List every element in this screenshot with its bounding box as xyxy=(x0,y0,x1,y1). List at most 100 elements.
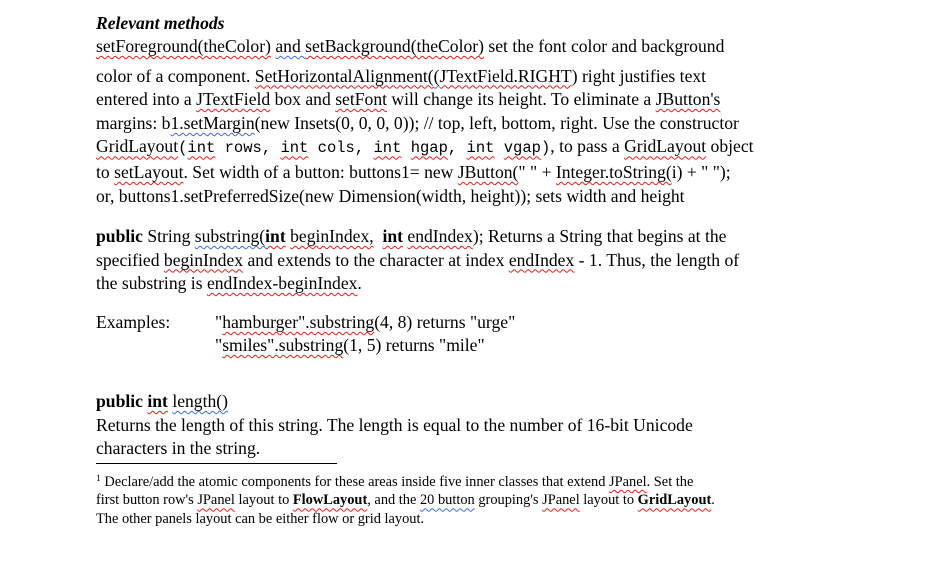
spellcheck-word[interactable]: hgap xyxy=(411,139,448,157)
footnote-line: first button row's JPanel layout to Flow… xyxy=(96,491,715,509)
paragraph-line: entered into a JTextField box and setFon… xyxy=(96,88,836,112)
keyword: public xyxy=(96,391,143,411)
spellcheck-word[interactable]: hamburger".substring xyxy=(222,312,374,332)
text: i) + " "); xyxy=(671,161,731,182)
example-row: Examples: "hamburger".substring(4, 8) ret… xyxy=(96,311,515,334)
text: ); Returns a String that begins at the xyxy=(472,226,727,246)
text: , and the xyxy=(367,492,420,509)
spellcheck-word[interactable]: FlowLayout xyxy=(293,492,367,508)
substring-section: public String substring(int beginIndex, … xyxy=(96,225,739,296)
method-signature: public int length() xyxy=(96,390,693,414)
text: and extends to the character at index xyxy=(243,249,509,270)
spellcheck-word[interactable]: endIndex xyxy=(509,250,574,270)
paragraph-line: or, buttons1.setPreferredSize(new Dimens… xyxy=(96,185,685,206)
text: (1, 5) returns "mile" xyxy=(343,335,485,355)
grammar-word[interactable]: and xyxy=(275,36,305,56)
spellcheck-word[interactable]: setLayout xyxy=(114,162,183,182)
example-row: "smiles".substring(1, 5) returns "mile" xyxy=(96,334,515,357)
text: - 1. Thus, the length of xyxy=(574,249,740,270)
text: object xyxy=(706,136,754,157)
spellcheck-word[interactable]: setForeground(theColor) xyxy=(96,36,271,56)
footnote: 1 Declare/add the atomic components for … xyxy=(96,473,715,528)
spellcheck-word[interactable]: endIndex-beginIndex xyxy=(207,273,357,293)
paragraph-line: GridLayout(int rows, int cols, int hgap,… xyxy=(96,135,836,161)
grammar-word[interactable]: 1.setMargin xyxy=(170,113,254,133)
text: . xyxy=(711,492,715,509)
code-text: rows, xyxy=(215,139,281,158)
spellcheck-word[interactable]: setBackground(theColor) xyxy=(305,36,484,56)
spellcheck-word[interactable]: GridLayout xyxy=(96,136,178,156)
text: box and xyxy=(270,89,336,110)
text: . Set the xyxy=(646,474,694,490)
keyword: public xyxy=(96,226,143,246)
text: (4, 8) returns "urge" xyxy=(374,312,516,332)
spellcheck-word[interactable]: smiles".substring xyxy=(222,335,343,355)
spellcheck-word[interactable]: int xyxy=(265,226,286,246)
text: the substring is xyxy=(96,273,207,294)
grammar-word[interactable]: length() xyxy=(172,391,228,411)
spellcheck-word[interactable]: JButton( xyxy=(458,162,519,182)
spellcheck-word[interactable]: endIndex xyxy=(407,226,472,246)
length-section: public int length() Returns the length o… xyxy=(96,390,693,461)
spellcheck-word[interactable]: GridLayout xyxy=(624,136,706,156)
paragraph-line: public String substring(int beginIndex, … xyxy=(96,225,739,249)
spellcheck-word[interactable]: beginIndex, xyxy=(290,226,374,246)
text: (new Insets(0, 0, 0, 0)); // top, left, … xyxy=(254,112,739,133)
text: first button row's xyxy=(96,492,198,509)
text: will change its height. To eliminate a xyxy=(387,89,656,110)
relevant-methods-section: Relevant methods setForeground(theColor)… xyxy=(96,12,836,208)
text: Declare/add the atomic components for th… xyxy=(100,474,610,490)
code-text: ( xyxy=(178,139,188,158)
text: , to pass a xyxy=(550,136,625,157)
code-text: cols, xyxy=(308,139,374,158)
spellcheck-word[interactable]: JPanel xyxy=(542,492,580,508)
text: ) right justifies text xyxy=(571,65,707,86)
document-page: Relevant methods setForeground(theColor)… xyxy=(96,12,836,527)
text: . Set width of a button: buttons1= new xyxy=(183,161,458,182)
spellcheck-word[interactable]: vgap xyxy=(504,139,541,157)
text: entered into a xyxy=(96,89,197,110)
spellcheck-word[interactable]: int xyxy=(373,139,401,157)
text: grouping's xyxy=(474,492,543,509)
spellcheck-word[interactable]: int xyxy=(187,139,215,157)
spellcheck-word[interactable]: JButton's xyxy=(656,89,721,109)
spellcheck-word[interactable]: JPanel xyxy=(197,492,235,508)
spellcheck-word[interactable]: int xyxy=(147,391,168,411)
spellcheck-word[interactable]: JTextField.RIGHT xyxy=(440,66,572,86)
spellcheck-word[interactable]: int xyxy=(467,139,495,157)
spellcheck-word[interactable]: int xyxy=(382,226,403,246)
footnote-separator xyxy=(96,463,337,464)
spellcheck-word[interactable]: int xyxy=(280,139,308,157)
paragraph-line: Returns the length of this string. The l… xyxy=(96,414,693,435)
text: layout to xyxy=(234,492,293,509)
text: margins: b xyxy=(96,112,171,133)
spellcheck-word[interactable]: setFont xyxy=(335,89,387,109)
paragraph-line: characters in the string. xyxy=(96,438,261,459)
text: layout to xyxy=(579,492,638,509)
paragraph-line: to setLayout. Set width of a button: but… xyxy=(96,161,836,185)
paragraph-line: specified beginIndex and extends to the … xyxy=(96,249,739,273)
text: " " + xyxy=(518,161,556,182)
footnote-line: The other panels layout can be either fl… xyxy=(96,510,425,527)
examples-block: Examples: "hamburger".substring(4, 8) ret… xyxy=(96,311,515,357)
text: color of a component. xyxy=(96,65,255,86)
footnote-line: 1 Declare/add the atomic components for … xyxy=(96,473,715,491)
spellcheck-word[interactable]: JTextField xyxy=(196,89,270,109)
paragraph-line: margins: b1.setMargin(new Insets(0, 0, 0… xyxy=(96,112,836,136)
spellcheck-word[interactable]: JPanel xyxy=(609,474,647,490)
spellcheck-word[interactable]: SetHorizontalAlignment( xyxy=(255,66,434,86)
code-text: ) xyxy=(540,139,551,158)
spellcheck-word[interactable]: GridLayout xyxy=(638,492,712,508)
spellcheck-word[interactable]: beginIndex xyxy=(164,250,243,270)
grammar-word[interactable]: 20 button xyxy=(420,492,475,508)
text: . xyxy=(357,273,362,294)
text: to xyxy=(96,161,115,182)
examples-label: Examples: xyxy=(96,312,171,332)
paragraph-line: the substring is endIndex-beginIndex. xyxy=(96,272,739,296)
text: set the font color and background xyxy=(483,36,725,56)
grammar-word[interactable]: substring( xyxy=(195,226,265,246)
paragraph-line: setForeground(theColor) and setBackgroun… xyxy=(96,35,836,59)
spellcheck-word[interactable]: Integer.toString( xyxy=(556,162,672,182)
